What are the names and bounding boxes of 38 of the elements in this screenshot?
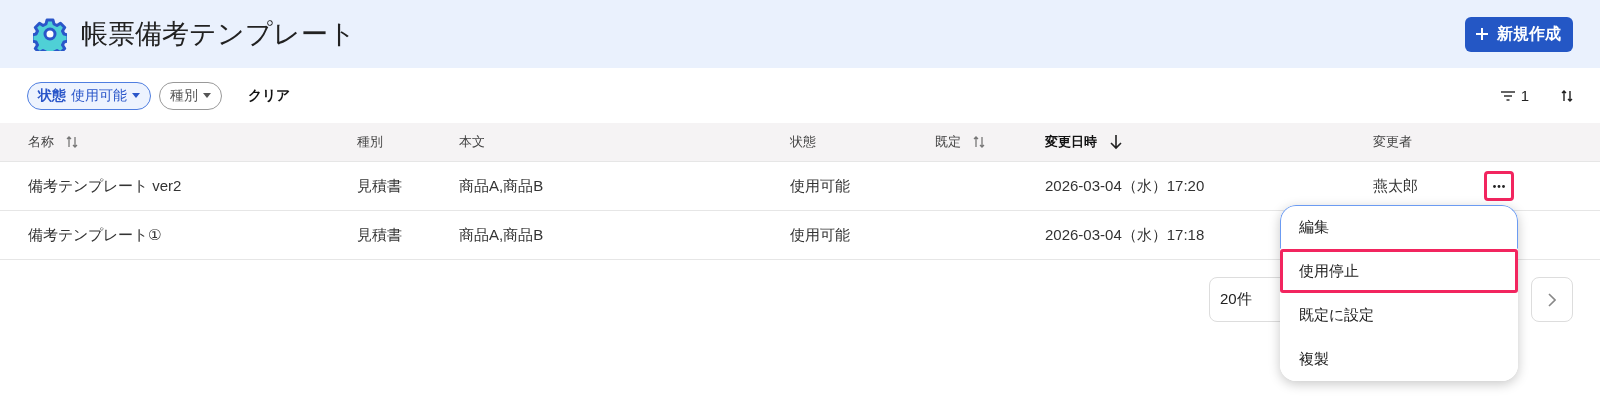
caret-down-icon (132, 93, 140, 98)
sort-descending-icon[interactable] (1109, 134, 1123, 150)
filter-icon (1500, 90, 1515, 101)
caret-down-icon (203, 93, 211, 98)
table-cell: 2026-03-04（水）17:20 (1045, 176, 1205, 194)
column-header: 状態 (790, 133, 816, 151)
page-title: 帳票備考テンプレート (81, 18, 357, 51)
table-cell: 備考テンプレート ver2 (28, 176, 182, 194)
table-cell: 燕太郎 (1373, 176, 1418, 194)
table-cell: 見積書 (357, 176, 402, 194)
table-cell: 商品A,商品B (459, 176, 544, 194)
table-cell: 使用可能 (790, 225, 850, 243)
column-header: 既定 (935, 133, 961, 151)
table-cell: 2026-03-04（水）17:18 (1045, 225, 1205, 243)
clear-button[interactable]: クリア (240, 86, 298, 105)
plus-icon (1475, 27, 1489, 41)
sort-icon[interactable] (1561, 88, 1573, 103)
column-header: 本文 (459, 133, 485, 151)
filter-chip[interactable]: 状態 使用可能 (27, 81, 151, 110)
table-cell: 商品A,商品B (459, 225, 544, 243)
menu-item[interactable]: 編集 (1280, 205, 1518, 249)
menu-item[interactable]: 使用停止 (1280, 249, 1518, 293)
menu-item[interactable]: 複製 (1280, 337, 1518, 381)
more-icon (1493, 184, 1505, 188)
column-header: 変更者 (1373, 133, 1412, 151)
table-cell: 備考テンプレート① (28, 225, 162, 243)
more-button[interactable] (1484, 171, 1514, 201)
column-header: 変更日時 (1045, 133, 1097, 151)
filter-button[interactable]: 1 (1500, 87, 1539, 104)
table-cell: 使用可能 (790, 176, 850, 194)
column-header: 名称 (28, 133, 54, 151)
chevron-right-icon (1548, 292, 1556, 307)
gear-icon (33, 17, 67, 51)
table-cell: 見積書 (357, 225, 402, 243)
filter-chip[interactable]: 種別 (159, 81, 222, 110)
menu-item[interactable]: 既定に設定 (1280, 293, 1518, 337)
new-button[interactable]: 新規作成 (1465, 16, 1573, 52)
column-header: 種別 (357, 133, 383, 151)
